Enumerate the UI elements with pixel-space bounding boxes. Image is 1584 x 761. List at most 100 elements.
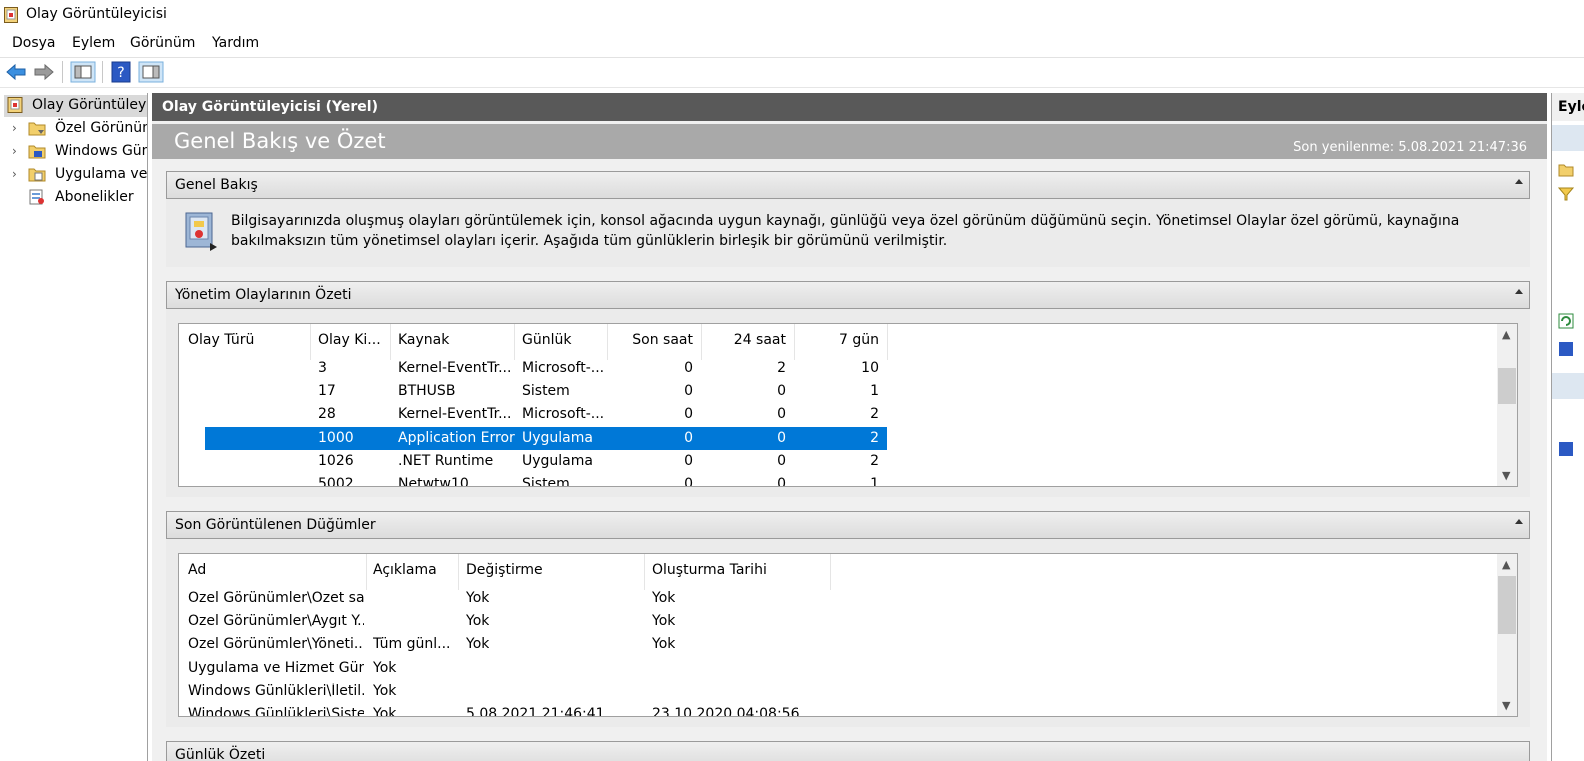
column-header-log[interactable]: Günlük: [522, 332, 571, 348]
tree-item-event-viewer-local[interactable]: Olay Görüntüleyicisi (Yerel): [4, 95, 147, 117]
tree-item-app-service-logs[interactable]: › Uygulama ve Hizmet Günlükleri: [12, 164, 147, 186]
last-refresh-text: Son yenilenme: 5.08.2021 21:47:36: [1293, 140, 1527, 155]
cell-7-days: 1: [870, 476, 879, 487]
cell-log: Uygulama: [522, 430, 593, 446]
table-row[interactable]: 1026 .NET Runtime Uygulama 0 0 2: [179, 450, 1497, 473]
refresh-icon[interactable]: [1558, 313, 1574, 329]
filter-icon[interactable]: [1558, 187, 1574, 201]
svg-text:?: ?: [117, 65, 124, 81]
menu-view[interactable]: Görünüm: [130, 35, 195, 51]
collapse-icon[interactable]: [1515, 179, 1523, 184]
vertical-scrollbar[interactable]: ▲ ▼: [1497, 324, 1517, 486]
recent-nodes-list[interactable]: Ad Açıklama Değiştirme Oluşturma Tarihi …: [178, 553, 1518, 717]
cell-log: Microsoft-...: [522, 360, 605, 376]
console-tree: Olay Görüntüleyicisi (Yerel) › Özel Görü…: [0, 93, 148, 761]
actions-group-header[interactable]: [1552, 373, 1584, 399]
menu-help[interactable]: Yardım: [212, 35, 259, 51]
column-header-event-id[interactable]: Olay Ki...: [318, 332, 381, 348]
forward-arrow-icon[interactable]: [33, 61, 55, 83]
tree-item-subscriptions[interactable]: Abonelikler: [12, 187, 147, 209]
table-row[interactable]: Özel Görünümler\Aygıt Y... Yok Yok: [179, 610, 1497, 633]
column-separator[interactable]: [366, 554, 367, 590]
scrollbar-thumb[interactable]: [1498, 576, 1516, 634]
table-row[interactable]: Özel Görünümler\Yöneti... Tüm günl... Yo…: [179, 633, 1497, 656]
recent-nodes-section-header[interactable]: Son Görüntülenen Düğümler: [166, 511, 1530, 539]
table-row[interactable]: Windows Günlükleri\Siste... Yok 5.08.202…: [179, 703, 1497, 716]
show-hide-tree-icon[interactable]: [70, 61, 96, 83]
table-row-selected[interactable]: 1000 Application Error Uygulama 0 0 2: [205, 427, 887, 450]
cell-7-days: 1: [870, 383, 879, 399]
vertical-scrollbar[interactable]: ▲ ▼: [1497, 554, 1517, 716]
show-hide-action-pane-icon[interactable]: [138, 61, 164, 83]
table-row[interactable]: 28 Kernel-EventTr... Microsoft-... 0 0 2: [179, 403, 1497, 426]
table-row[interactable]: Özel Görünümler\Özet sa... Yok Yok: [179, 587, 1497, 610]
cell-24-hours: 2: [777, 360, 786, 376]
actions-pane: Eylemler: [1551, 93, 1584, 761]
cell-7-days: 2: [870, 406, 879, 422]
cell-event-id: 3: [318, 360, 327, 376]
column-header-modified[interactable]: Değiştirme: [466, 562, 543, 578]
cell-created: Yok: [652, 613, 676, 629]
column-separator[interactable]: [514, 324, 515, 360]
menu-file[interactable]: Dosya: [12, 35, 56, 51]
scrollbar-thumb[interactable]: [1498, 368, 1516, 404]
actions-group-header[interactable]: [1552, 125, 1584, 151]
tree-item-custom-views[interactable]: › Özel Görünümler: [12, 118, 147, 140]
cell-modified: Yok: [466, 636, 490, 652]
tree-item-label: Windows Günlükleri: [55, 143, 147, 159]
column-header-last-hour[interactable]: Son saat: [607, 332, 693, 348]
column-separator[interactable]: [458, 554, 459, 590]
scroll-up-icon[interactable]: ▲: [1502, 328, 1510, 341]
menu-action[interactable]: Eylem: [72, 35, 115, 51]
column-separator[interactable]: [830, 554, 831, 590]
help-icon[interactable]: [1558, 341, 1574, 357]
column-separator[interactable]: [390, 324, 391, 360]
column-separator[interactable]: [310, 324, 311, 360]
cell-source: Kernel-EventTr...: [398, 360, 510, 376]
cell-name: Windows Günlükleri\İletil...: [188, 683, 364, 699]
scroll-down-icon[interactable]: ▼: [1502, 469, 1510, 482]
collapse-icon[interactable]: [1515, 289, 1523, 294]
cell-24-hours: 0: [777, 453, 786, 469]
open-folder-icon[interactable]: [1558, 163, 1574, 177]
scroll-down-icon[interactable]: ▼: [1502, 699, 1510, 712]
tree-item-windows-logs[interactable]: › Windows Günlükleri: [12, 141, 147, 163]
tree-item-label: Uygulama ve Hizmet Günlükleri: [55, 166, 148, 182]
help-icon[interactable]: [1558, 441, 1574, 457]
chevron-right-icon[interactable]: ›: [12, 167, 17, 181]
column-header-24-hours[interactable]: 24 saat: [701, 332, 786, 348]
column-header-source[interactable]: Kaynak: [398, 332, 449, 348]
admin-summary-section-header[interactable]: Yönetim Olaylarının Özeti: [166, 281, 1530, 309]
column-header-7-days[interactable]: 7 gün: [794, 332, 879, 348]
cell-last-hour: 0: [684, 406, 693, 422]
chevron-right-icon[interactable]: ›: [12, 121, 17, 135]
column-header-description[interactable]: Açıklama: [373, 562, 437, 578]
overview-section-header[interactable]: Genel Bakış: [166, 171, 1530, 199]
cell-event-id: 28: [318, 406, 336, 422]
column-header-name[interactable]: Ad: [188, 562, 206, 578]
table-row[interactable]: 17 BTHUSB Sistem 0 0 1: [179, 380, 1497, 403]
event-viewer-icon: [7, 97, 23, 113]
actions-pane-title: Eylemler: [1558, 99, 1584, 115]
table-row[interactable]: Windows Günlükleri\İletil... Yok: [179, 680, 1497, 703]
back-arrow-icon[interactable]: [5, 61, 27, 83]
collapse-icon[interactable]: [1515, 519, 1523, 524]
toolbar: ?: [0, 58, 1584, 88]
column-header-created[interactable]: Oluşturma Tarihi: [652, 562, 767, 578]
admin-events-list[interactable]: Olay Türü Olay Ki... Kaynak Günlük Son s…: [178, 323, 1518, 487]
cell-modified: Yok: [466, 590, 490, 606]
chevron-right-icon[interactable]: ›: [12, 144, 17, 158]
scroll-up-icon[interactable]: ▲: [1502, 558, 1510, 571]
column-header-event-type[interactable]: Olay Türü: [188, 332, 254, 348]
cell-source: .NET Runtime: [398, 453, 494, 469]
help-icon[interactable]: ?: [110, 61, 132, 83]
column-separator[interactable]: [887, 324, 888, 360]
table-row[interactable]: 3 Kernel-EventTr... Microsoft-... 0 2 10: [179, 357, 1497, 380]
table-row[interactable]: 5002 Netwtw10 Sistem 0 0 1: [179, 473, 1497, 487]
cell-log: Sistem: [522, 476, 570, 487]
column-separator[interactable]: [644, 554, 645, 590]
table-row[interactable]: Uygulama ve Hizmet Gün... Yok: [179, 657, 1497, 680]
toolbar-separator: [62, 61, 63, 83]
log-summary-section-header[interactable]: Günlük Özeti: [166, 741, 1530, 761]
menu-bar: Dosya Eylem Görünüm Yardım: [0, 31, 1584, 58]
